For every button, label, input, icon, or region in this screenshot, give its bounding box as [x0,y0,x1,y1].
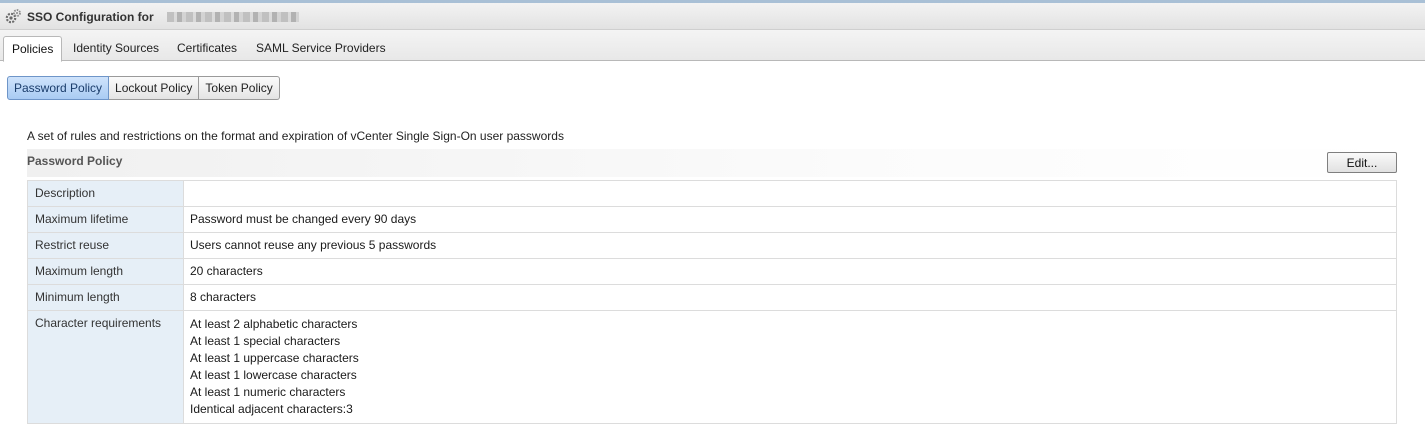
property-key: Maximum length [27,258,184,285]
requirement-line: At least 2 alphabetic characters [190,317,358,331]
requirement-line: At least 1 lowercase characters [190,368,357,382]
property-key: Description [27,180,184,207]
edit-button[interactable]: Edit... [1327,152,1397,173]
table-row: Maximum length 20 characters [27,258,1397,285]
requirement-line: At least 1 special characters [190,334,341,348]
requirement-line: At least 1 numeric characters [190,385,346,399]
section-header: Password Policy Edit... [27,149,1397,177]
section-title: Password Policy [27,154,123,168]
policy-description-text: A set of rules and restrictions on the f… [27,129,564,143]
window-titlebar: SSO Configuration for [0,0,1425,30]
subtab-lockout-policy[interactable]: Lockout Policy [109,76,200,100]
table-row: Character requirements At least 2 alphab… [27,310,1397,424]
tab-saml-service-providers[interactable]: SAML Service Providers [248,36,394,60]
property-key: Character requirements [27,310,184,424]
window-title: SSO Configuration for [27,10,154,24]
subtab-token-policy[interactable]: Token Policy [199,76,280,100]
property-value: Users cannot reuse any previous 5 passwo… [183,232,1397,259]
gear-icon [5,9,21,24]
redacted-server-name [167,12,299,22]
property-key: Restrict reuse [27,232,184,259]
password-policy-table: Description Maximum lifetime Password mu… [27,180,1397,424]
requirement-line: At least 1 uppercase characters [190,351,359,365]
table-row: Maximum lifetime Password must be change… [27,206,1397,233]
property-key: Minimum length [27,284,184,311]
requirement-line: Identical adjacent characters:3 [190,402,353,416]
tab-identity-sources[interactable]: Identity Sources [65,36,167,60]
tab-policies[interactable]: Policies [3,36,63,62]
main-tabbar: Policies Identity Sources Certificates S… [0,30,1425,62]
table-row: Restrict reuse Users cannot reuse any pr… [27,232,1397,259]
tab-certificates[interactable]: Certificates [169,36,245,60]
property-value: 8 characters [183,284,1397,311]
character-requirements-list: At least 2 alphabetic characters At leas… [183,310,1397,424]
property-key: Maximum lifetime [27,206,184,233]
subtab-password-policy[interactable]: Password Policy [7,76,110,100]
policy-subtabs: Password Policy Lockout Policy Token Pol… [7,76,280,100]
property-value: Password must be changed every 90 days [183,206,1397,233]
table-row: Minimum length 8 characters [27,284,1397,311]
property-value: 20 characters [183,258,1397,285]
property-value [183,180,1397,207]
table-row: Description [27,180,1397,207]
